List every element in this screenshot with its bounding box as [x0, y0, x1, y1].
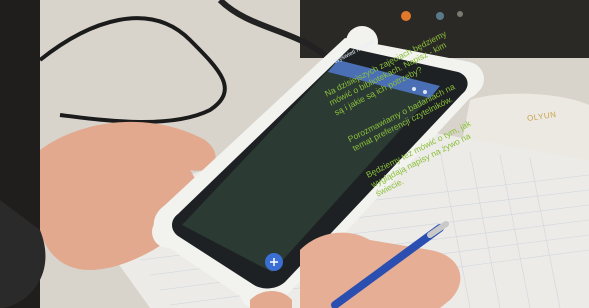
orange-button: [401, 11, 411, 21]
photo-scene: Wyświetl notatkę Na dzisiejszych zajęcia…: [0, 0, 589, 308]
menu-icon: [423, 90, 427, 94]
photo-background: [0, 0, 589, 308]
mic-icon: [412, 87, 416, 91]
